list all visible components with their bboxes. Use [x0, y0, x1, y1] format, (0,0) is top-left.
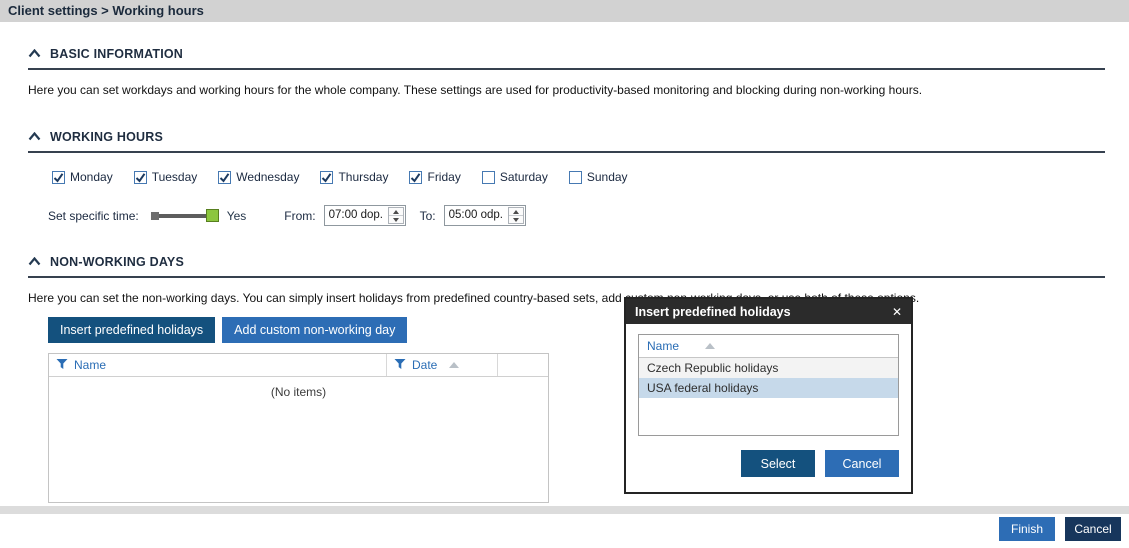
footer-actions: Finish Cancel	[999, 517, 1121, 541]
checkbox-tuesday[interactable]: Tuesday	[134, 170, 198, 184]
non-working-actions: Insert predefined holidays Add custom no…	[48, 317, 1105, 343]
holiday-set-list: Name Czech Republic holidays USA federal…	[638, 334, 899, 436]
chevron-up-icon	[28, 253, 41, 271]
checkbox-label: Wednesday	[236, 170, 299, 184]
list-header-name[interactable]: Name	[639, 335, 898, 358]
checkbox-icon[interactable]	[52, 171, 65, 184]
sort-ascending-icon	[449, 362, 459, 368]
checkbox-icon[interactable]	[320, 171, 333, 184]
section-title: NON-WORKING DAYS	[50, 255, 184, 269]
column-label[interactable]: Name	[74, 358, 106, 372]
checkbox-label: Sunday	[587, 170, 628, 184]
spinner-up-icon[interactable]	[389, 208, 403, 216]
table-header-name[interactable]: Name	[49, 354, 386, 376]
insert-predefined-holidays-button[interactable]: Insert predefined holidays	[48, 317, 215, 343]
select-button[interactable]: Select	[741, 450, 815, 477]
non-working-days-table: Name Date (No items)	[48, 353, 549, 503]
column-label[interactable]: Date	[412, 358, 437, 372]
table-header-actions	[497, 354, 548, 376]
spinner-up-icon[interactable]	[509, 208, 523, 216]
empty-table-message: (No items)	[49, 385, 548, 399]
dialog-title: Insert predefined holidays	[635, 305, 791, 319]
from-label: From:	[284, 209, 315, 223]
from-time-value[interactable]: 07:00 dop.	[325, 206, 387, 225]
checkbox-icon[interactable]	[134, 171, 147, 184]
column-label[interactable]: Name	[647, 339, 679, 353]
insert-predefined-holidays-dialog: Insert predefined holidays ✕ Name Czech …	[624, 297, 913, 494]
footer-cancel-button[interactable]: Cancel	[1065, 517, 1121, 541]
sort-ascending-icon	[705, 343, 715, 349]
time-spinner[interactable]	[508, 207, 524, 224]
section-title: BASIC INFORMATION	[50, 47, 183, 61]
finish-button[interactable]: Finish	[999, 517, 1055, 541]
checkbox-label: Friday	[427, 170, 460, 184]
list-item-usa-federal-holidays[interactable]: USA federal holidays	[639, 378, 898, 398]
dialog-body: Name Czech Republic holidays USA federal…	[626, 324, 911, 492]
checkbox-sunday[interactable]: Sunday	[569, 170, 628, 184]
to-time-input[interactable]: 05:00 odp.	[444, 205, 526, 226]
toggle-start-mark	[151, 212, 159, 220]
weekday-checkbox-row: Monday Tuesday Wednesday Thursday Friday…	[52, 170, 1105, 184]
checkbox-icon[interactable]	[482, 171, 495, 184]
section-header-basic-information[interactable]: BASIC INFORMATION	[28, 45, 1105, 70]
checkbox-icon[interactable]	[409, 171, 422, 184]
chevron-up-icon	[28, 45, 41, 63]
dialog-cancel-button[interactable]: Cancel	[825, 450, 899, 477]
checkbox-saturday[interactable]: Saturday	[482, 170, 548, 184]
spinner-down-icon[interactable]	[509, 216, 523, 223]
main-content: BASIC INFORMATION Here you can set workd…	[0, 45, 1129, 503]
list-item-czech-republic-holidays[interactable]: Czech Republic holidays	[639, 358, 898, 378]
page-title: Client settings > Working hours	[8, 3, 204, 18]
section-title: WORKING HOURS	[50, 130, 163, 144]
list-item-label: Czech Republic holidays	[647, 361, 778, 375]
checkbox-friday[interactable]: Friday	[409, 170, 460, 184]
checkbox-label: Thursday	[338, 170, 388, 184]
toggle-knob[interactable]	[206, 209, 219, 222]
footer-divider	[0, 506, 1129, 514]
from-time-input[interactable]: 07:00 dop.	[324, 205, 406, 226]
checkbox-monday[interactable]: Monday	[52, 170, 113, 184]
breadcrumb: Client settings > Working hours	[0, 0, 1129, 22]
add-custom-non-working-day-button[interactable]: Add custom non-working day	[222, 317, 407, 343]
checkbox-icon[interactable]	[569, 171, 582, 184]
checkbox-thursday[interactable]: Thursday	[320, 170, 388, 184]
set-specific-time-toggle[interactable]	[151, 209, 219, 223]
to-time-value[interactable]: 05:00 odp.	[445, 206, 507, 225]
close-icon[interactable]: ✕	[892, 306, 902, 318]
checkbox-label: Saturday	[500, 170, 548, 184]
section-header-non-working-days[interactable]: NON-WORKING DAYS	[28, 253, 1105, 278]
set-specific-time-label: Set specific time:	[48, 209, 139, 223]
section-header-working-hours[interactable]: WORKING HOURS	[28, 128, 1105, 153]
table-header-date[interactable]: Date	[386, 354, 497, 376]
checkbox-label: Monday	[70, 170, 113, 184]
checkbox-label: Tuesday	[152, 170, 198, 184]
filter-funnel-icon[interactable]	[394, 358, 406, 373]
checkbox-wednesday[interactable]: Wednesday	[218, 170, 299, 184]
spinner-down-icon[interactable]	[389, 216, 403, 223]
checkbox-icon[interactable]	[218, 171, 231, 184]
table-header-row: Name Date	[49, 354, 548, 377]
list-empty-space	[639, 398, 898, 435]
basic-information-description: Here you can set workdays and working ho…	[28, 83, 1105, 97]
to-label: To:	[420, 209, 436, 223]
chevron-up-icon	[28, 128, 41, 146]
non-working-days-description: Here you can set the non-working days. Y…	[28, 291, 1105, 305]
specific-time-row: Set specific time: Yes From: 07:00 dop. …	[48, 205, 1105, 226]
client-settings-page: Client settings > Working hours BASIC IN…	[0, 0, 1129, 548]
toggle-state-label: Yes	[227, 209, 247, 223]
time-spinner[interactable]	[388, 207, 404, 224]
table-body: (No items)	[49, 377, 548, 502]
list-item-label: USA federal holidays	[647, 381, 758, 395]
dialog-titlebar: Insert predefined holidays ✕	[626, 299, 911, 324]
dialog-actions: Select Cancel	[638, 450, 899, 477]
filter-funnel-icon[interactable]	[56, 358, 68, 373]
